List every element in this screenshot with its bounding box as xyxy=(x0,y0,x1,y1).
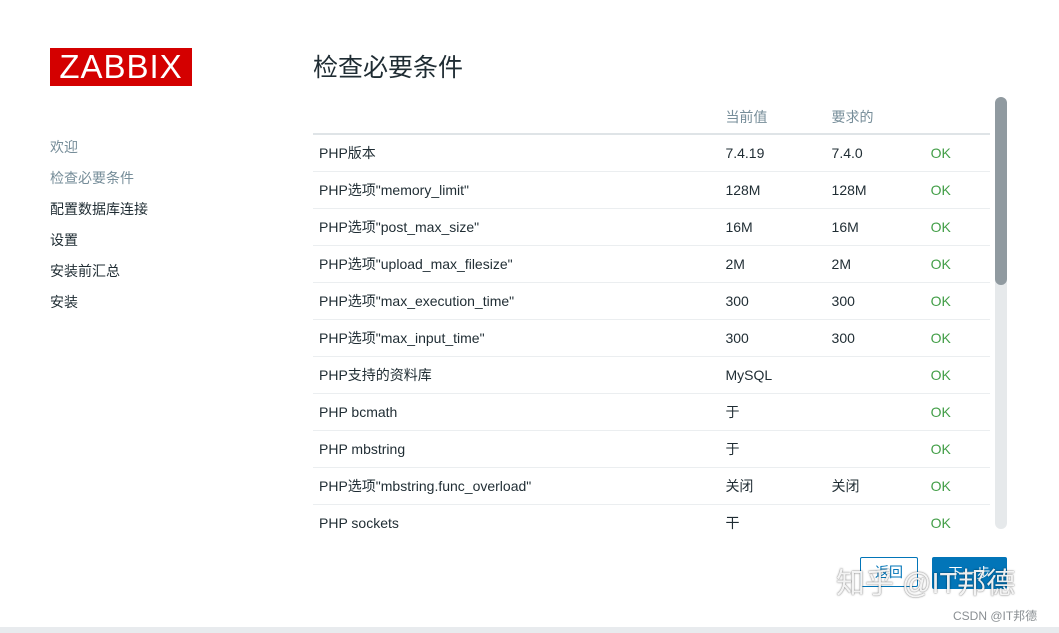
header-required: 要求的 xyxy=(831,100,931,135)
prerequisites-table-container: 当前值 要求的 PHP版本 7.4.19 7.4.0 OK PHP选项"memo… xyxy=(313,100,990,534)
header-name xyxy=(313,100,726,135)
row-current: 于 xyxy=(725,430,832,468)
row-required xyxy=(831,393,931,431)
row-required: 2M xyxy=(831,245,931,283)
table-row: PHP bcmath 于 OK xyxy=(313,393,990,431)
header-status xyxy=(930,100,990,135)
row-name: PHP选项"post_max_size" xyxy=(313,208,726,246)
row-required: 7.4.0 xyxy=(831,134,931,172)
step-welcome[interactable]: 欢迎 xyxy=(50,137,148,168)
table-row: PHP支持的资料库 MySQL OK xyxy=(313,356,990,394)
row-current: 干 xyxy=(725,504,832,534)
row-status: OK xyxy=(930,430,990,468)
row-status: OK xyxy=(930,282,990,320)
row-status: OK xyxy=(930,245,990,283)
row-required xyxy=(831,356,931,394)
table-row: PHP选项"memory_limit" 128M 128M OK xyxy=(313,171,990,209)
row-status: OK xyxy=(930,393,990,431)
row-required: 16M xyxy=(831,208,931,246)
row-current: 于 xyxy=(725,393,832,431)
step-configure-db[interactable]: 配置数据库连接 xyxy=(50,199,148,230)
row-current: 2M xyxy=(725,245,832,283)
step-pre-install-summary[interactable]: 安装前汇总 xyxy=(50,261,148,292)
row-name: PHP选项"memory_limit" xyxy=(313,171,726,209)
row-name: PHP支持的资料库 xyxy=(313,356,726,394)
setup-page: ZABBIX 欢迎 检查必要条件 配置数据库连接 设置 安装前汇总 安装 检查必… xyxy=(0,0,1059,633)
page-title: 检查必要条件 xyxy=(313,54,464,82)
row-current: 300 xyxy=(725,319,832,357)
step-settings[interactable]: 设置 xyxy=(50,230,148,261)
table-row: PHP选项"max_input_time" 300 300 OK xyxy=(313,319,990,357)
table-row: PHP选项"max_execution_time" 300 300 OK xyxy=(313,282,990,320)
prerequisites-table: 当前值 要求的 PHP版本 7.4.19 7.4.0 OK PHP选项"memo… xyxy=(313,100,990,534)
scrollbar-thumb[interactable] xyxy=(995,97,1007,285)
row-required xyxy=(831,430,931,468)
row-status: OK xyxy=(930,356,990,394)
row-name: PHP选项"max_input_time" xyxy=(313,319,726,357)
table-row: PHP选项"upload_max_filesize" 2M 2M OK xyxy=(313,245,990,283)
row-name: PHP sockets xyxy=(313,504,726,534)
table-row: PHP版本 7.4.19 7.4.0 OK xyxy=(313,134,990,172)
row-name: PHP选项"max_execution_time" xyxy=(313,282,726,320)
row-current: 300 xyxy=(725,282,832,320)
row-current: 7.4.19 xyxy=(725,134,832,172)
row-name: PHP选项"upload_max_filesize" xyxy=(313,245,726,283)
row-required: 关闭 xyxy=(831,467,931,505)
table-row: PHP mbstring 于 OK xyxy=(313,430,990,468)
setup-steps-nav: 欢迎 检查必要条件 配置数据库连接 设置 安装前汇总 安装 xyxy=(50,137,148,323)
table-row: PHP sockets 干 OK xyxy=(313,504,990,534)
zabbix-logo: ZABBIX xyxy=(50,48,192,86)
table-header-row: 当前值 要求的 xyxy=(313,100,990,135)
table-scrollbar[interactable] xyxy=(995,97,1007,529)
row-status: OK xyxy=(930,208,990,246)
bottom-band xyxy=(0,627,1059,633)
table-row: PHP选项"post_max_size" 16M 16M OK xyxy=(313,208,990,246)
row-name: PHP mbstring xyxy=(313,430,726,468)
zhihu-watermark: 知乎 @IT邦德 xyxy=(836,568,1016,600)
step-install[interactable]: 安装 xyxy=(50,292,148,323)
row-status: OK xyxy=(930,171,990,209)
row-required: 300 xyxy=(831,319,931,357)
row-status: OK xyxy=(930,319,990,357)
row-required xyxy=(831,504,931,534)
table-row: PHP选项"mbstring.func_overload" 关闭 关闭 OK xyxy=(313,467,990,505)
header-current-value: 当前值 xyxy=(725,100,832,135)
csdn-watermark: CSDN @IT邦德 xyxy=(953,609,1038,623)
row-required: 300 xyxy=(831,282,931,320)
row-status: OK xyxy=(930,134,990,172)
step-check-prerequisites[interactable]: 检查必要条件 xyxy=(50,168,148,199)
row-current: 关闭 xyxy=(725,467,832,505)
row-current: MySQL xyxy=(725,356,832,394)
row-current: 16M xyxy=(725,208,832,246)
row-name: PHP选项"mbstring.func_overload" xyxy=(313,467,726,505)
row-name: PHP版本 xyxy=(313,134,726,172)
row-current: 128M xyxy=(725,171,832,209)
row-status: OK xyxy=(930,504,990,534)
row-status: OK xyxy=(930,467,990,505)
row-required: 128M xyxy=(831,171,931,209)
row-name: PHP bcmath xyxy=(313,393,726,431)
